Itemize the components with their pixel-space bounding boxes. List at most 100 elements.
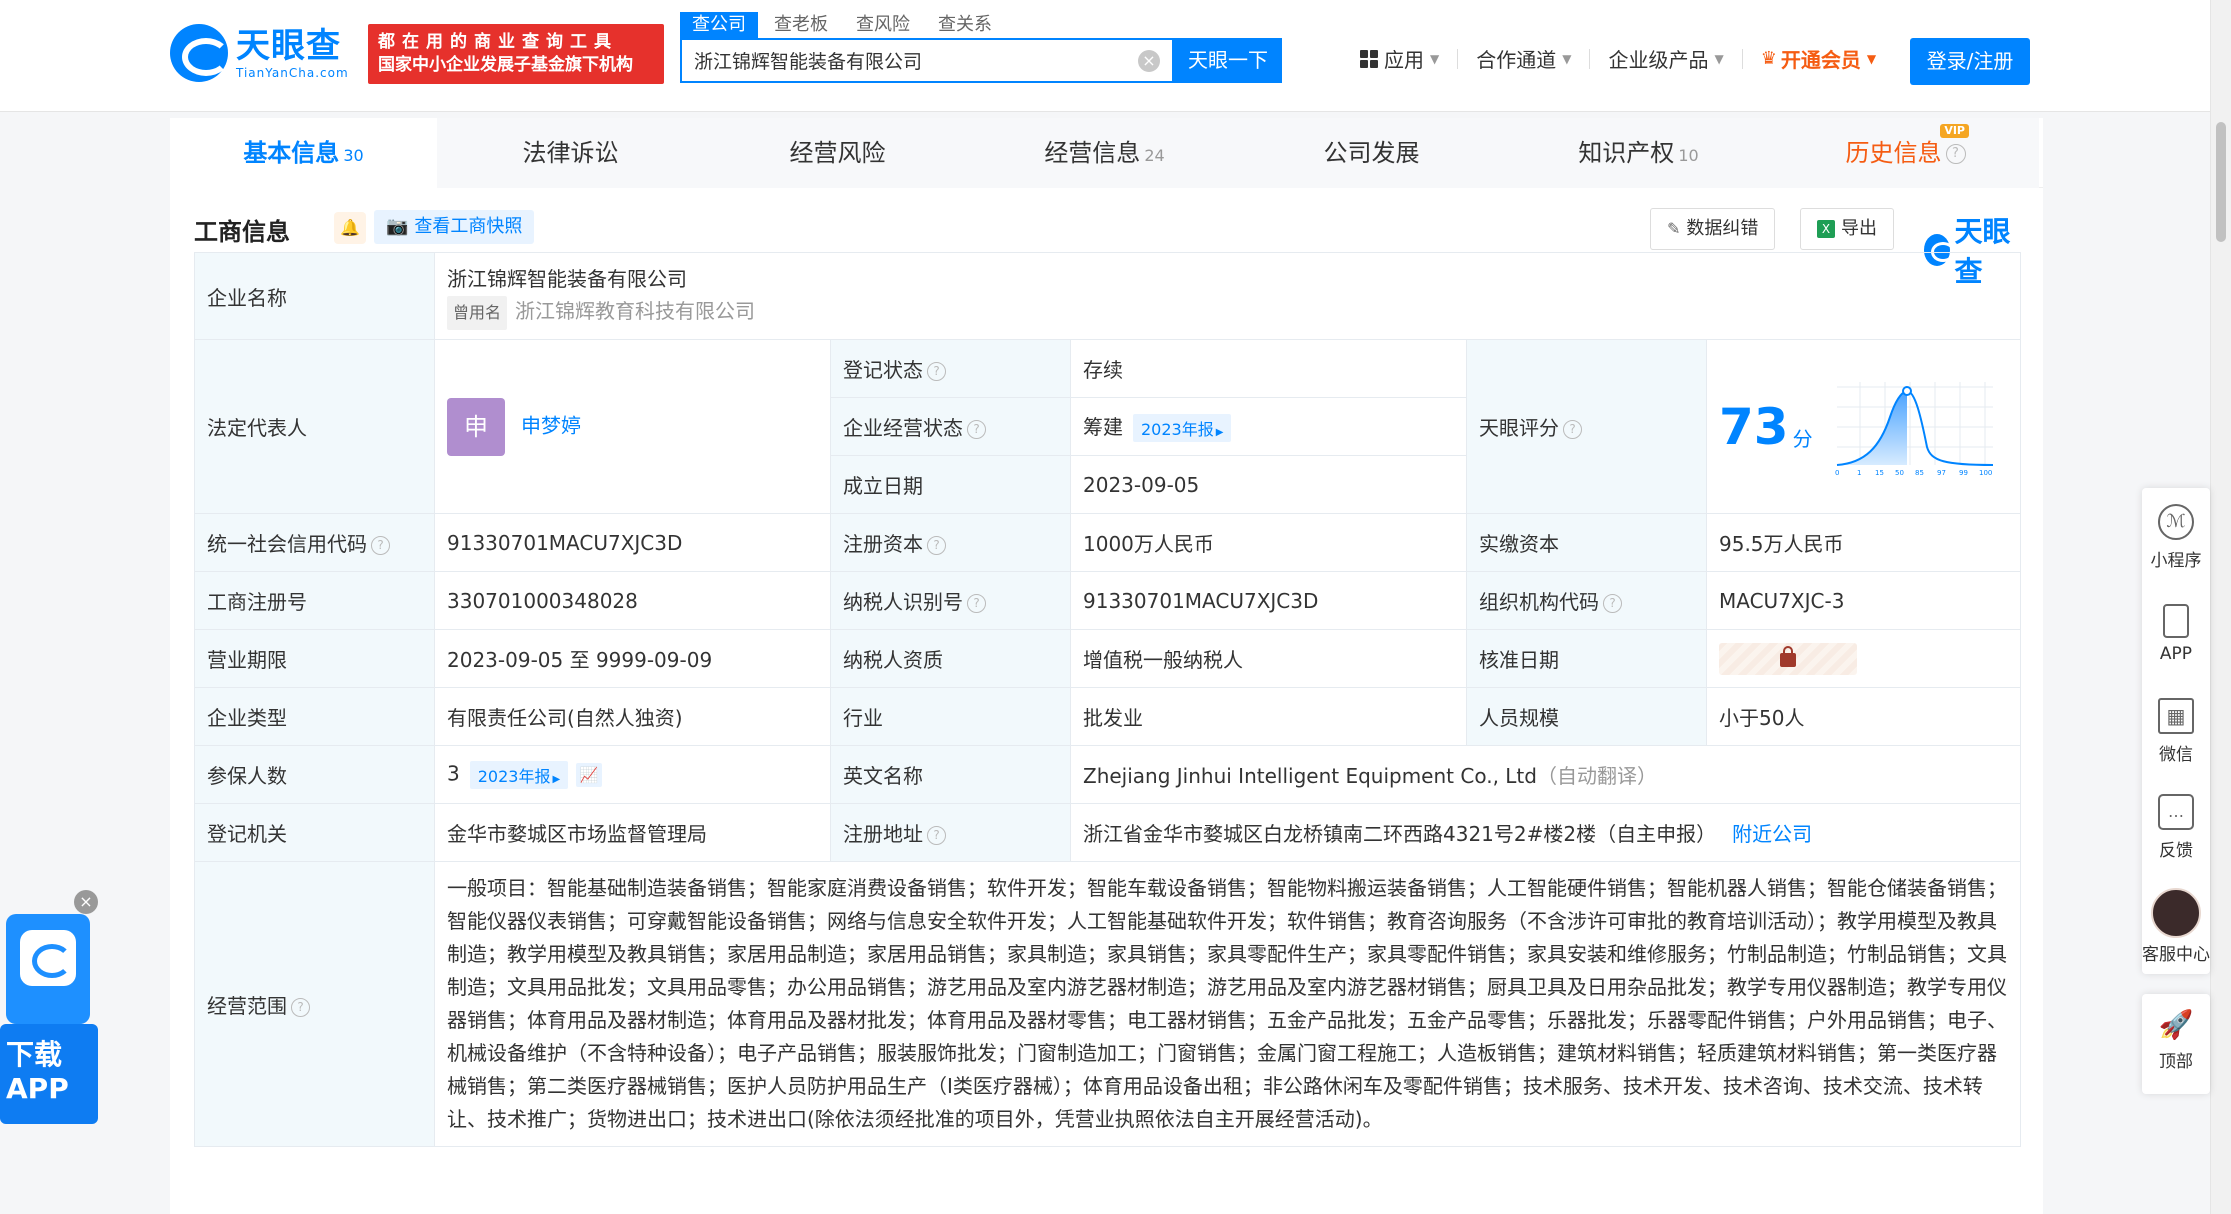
insured-cell: 3 2023年报 ▶ 📈 [434,745,831,804]
taxpayer-id-label: 纳税人识别号? [830,571,1071,630]
help-icon[interactable]: ? [927,826,946,845]
nav-enterprise[interactable]: 企业级产品 ▼ [1608,44,1723,73]
annual-report-tag[interactable]: 2023年报 ▶ [1133,414,1232,443]
login-button[interactable]: 登录/注册 [1910,38,2030,85]
data-correct-button[interactable]: ✎ 数据纠错 [1650,208,1776,250]
nav-vip[interactable]: ♛ 开通会员 ▼ [1761,44,1876,73]
help-icon[interactable]: ? [291,997,310,1017]
table-row: 工商注册号 330701000348028 纳税人识别号? 91330701MA… [194,571,2022,630]
download-line-1: 下载 [6,1038,63,1071]
floating-sidebar: ℳ 小程序 APP ▦ 微信 … 反馈 客服中心 [2142,488,2210,974]
score-cell[interactable]: 73 分 0 1 15 50 85 97 99 100 [1705,339,2022,514]
score-axis-tick: 15 [1875,469,1884,477]
former-name: 浙江锦辉教育科技有限公司 [515,298,756,323]
table-row: 企业名称 浙江锦辉智能装备有限公司 曾用名 浙江锦辉教育科技有限公司 [194,252,2022,340]
nearby-companies-link[interactable]: 附近公司 [1732,822,1812,846]
locked-value[interactable] [1719,642,1857,675]
tab-development[interactable]: 公司发展 [1238,118,1505,188]
main-content: 工商信息 🔔 📷 查看工商快照 ✎ 数据纠错 X 导出 天眼查 企业名称 浙江锦辉智能… [170,188,2043,1214]
export-button[interactable]: X 导出 [1800,208,1894,250]
mini-program-button[interactable]: ℳ 小程序 [2142,504,2210,571]
tab-label: 基本信息 [243,139,340,167]
help-icon[interactable]: ? [927,536,946,555]
feedback-label: 反馈 [2159,841,2193,861]
help-icon[interactable]: ? [927,362,946,381]
back-to-top-button[interactable]: 🚀 顶部 [2142,994,2210,1094]
type-value: 有限责任公司(自然人独资) [434,687,831,746]
tab-label: 知识产权 [1578,139,1675,167]
legal-rep-cell: 申申梦婷 [434,339,831,514]
help-icon[interactable]: ? [1603,594,1622,613]
chevron-down-icon: ▼ [1562,51,1572,66]
tab-basic-info[interactable]: 基本信息 30 [170,118,437,188]
tab-history[interactable]: 历史信息? VIP [1772,118,2039,188]
mini-program-icon: ℳ [2158,504,2194,540]
taxpayer-id-value: 91330701MACU7XJC3D [1070,571,1467,630]
tab-operation[interactable]: 经营信息 24 [971,118,1238,188]
camera-icon: 📷 [386,216,409,237]
page-scrollbar[interactable] [2210,0,2231,1214]
reg-no-label: 工商注册号 [194,571,435,630]
search-tab-boss[interactable]: 查老板 [762,12,840,38]
feedback-button[interactable]: … 反馈 [2142,794,2210,861]
close-icon[interactable]: × [74,890,98,914]
tab-count: 30 [343,146,364,165]
help-icon[interactable]: ? [1563,420,1582,439]
service-avatar-icon [2151,888,2201,938]
help-icon[interactable]: ? [371,536,390,555]
download-line-2: APP [6,1072,69,1105]
help-icon[interactable]: ? [967,594,986,613]
reg-capital-label: 注册资本? [830,513,1071,572]
paid-capital-label: 实缴资本 [1466,513,1707,572]
scrollbar-thumb[interactable] [2216,122,2226,242]
wechat-label: 微信 [2159,745,2193,765]
help-icon[interactable]: ? [1945,144,1966,164]
legal-rep-link[interactable]: 申梦婷 [521,413,581,437]
help-icon[interactable]: ? [967,420,986,439]
approve-date-label: 核准日期 [1466,629,1707,688]
search-tab-risk[interactable]: 查风险 [844,12,922,38]
tab-risk[interactable]: 经营风险 [704,118,971,188]
scope-label: 经营范围? [194,861,435,1147]
company-name-cell: 浙江锦辉智能装备有限公司 曾用名 浙江锦辉教育科技有限公司 [433,252,2022,340]
search-tab-company[interactable]: 查公司 [680,12,758,38]
logo-text: 天眼查 [236,26,341,66]
score-axis-tick: 99 [1959,469,1968,477]
logo-domain: TianYanCha.com [236,66,349,80]
tianyancha-logo[interactable]: 天眼查 TianYanCha.com [170,24,349,82]
tab-ip[interactable]: 知识产权 10 [1505,118,1772,188]
slogan-line-2: 国家中小企业发展子基金旗下机构 [378,55,633,75]
search-type-tabs: 查公司 查老板 查风险 查关系 [680,12,1008,38]
lock-icon [1780,646,1796,667]
table-row: 登记机关 金华市婺城区市场监督管理局 注册地址? 浙江省金华市婺城区白龙桥镇南二… [194,803,2022,862]
clear-icon[interactable]: × [1138,50,1160,72]
score-unit: 分 [1792,427,1813,451]
trend-chart-icon[interactable]: 📈 [576,762,603,787]
data-correct-label: 数据纠错 [1686,218,1759,239]
nav-apps[interactable]: 应用 ▼ [1360,44,1439,73]
download-app-float[interactable]: × 下载 APP [0,890,98,1130]
search-button[interactable]: 天眼一下 [1174,38,1282,83]
insured-report-tag[interactable]: 2023年报 ▶ [469,760,569,789]
search-tab-relation[interactable]: 查关系 [926,12,1004,38]
customer-service-button[interactable]: 客服中心 [2142,888,2210,965]
insured-label: 参保人数 [194,745,435,804]
tab-legal[interactable]: 法律诉讼 [437,118,704,188]
nav-channel[interactable]: 合作通道 ▼ [1476,44,1571,73]
staff-value: 小于50人 [1705,687,2022,746]
bell-icon[interactable]: 🔔 [334,212,366,244]
search-input[interactable] [694,40,1114,81]
app-button[interactable]: APP [2142,604,2210,664]
company-name-label: 企业名称 [194,252,435,340]
tab-label: 公司发展 [1323,139,1420,167]
address-value: 浙江省金华市婺城区白龙桥镇南二环西路4321号2#楼2楼（自主申报） [1083,822,1717,846]
authority-label: 登记机关 [194,803,435,862]
nav-vip-label: 开通会员 [1780,48,1861,72]
snapshot-button[interactable]: 📷 查看工商快照 [374,210,535,244]
former-name-tag: 曾用名 [447,295,508,330]
chat-icon: … [2158,794,2194,830]
wechat-button[interactable]: ▦ 微信 [2142,698,2210,765]
reg-capital-value: 1000万人民币 [1070,513,1467,572]
chevron-down-icon: ▼ [1430,51,1440,66]
qrcode-icon: ▦ [2158,698,2194,734]
